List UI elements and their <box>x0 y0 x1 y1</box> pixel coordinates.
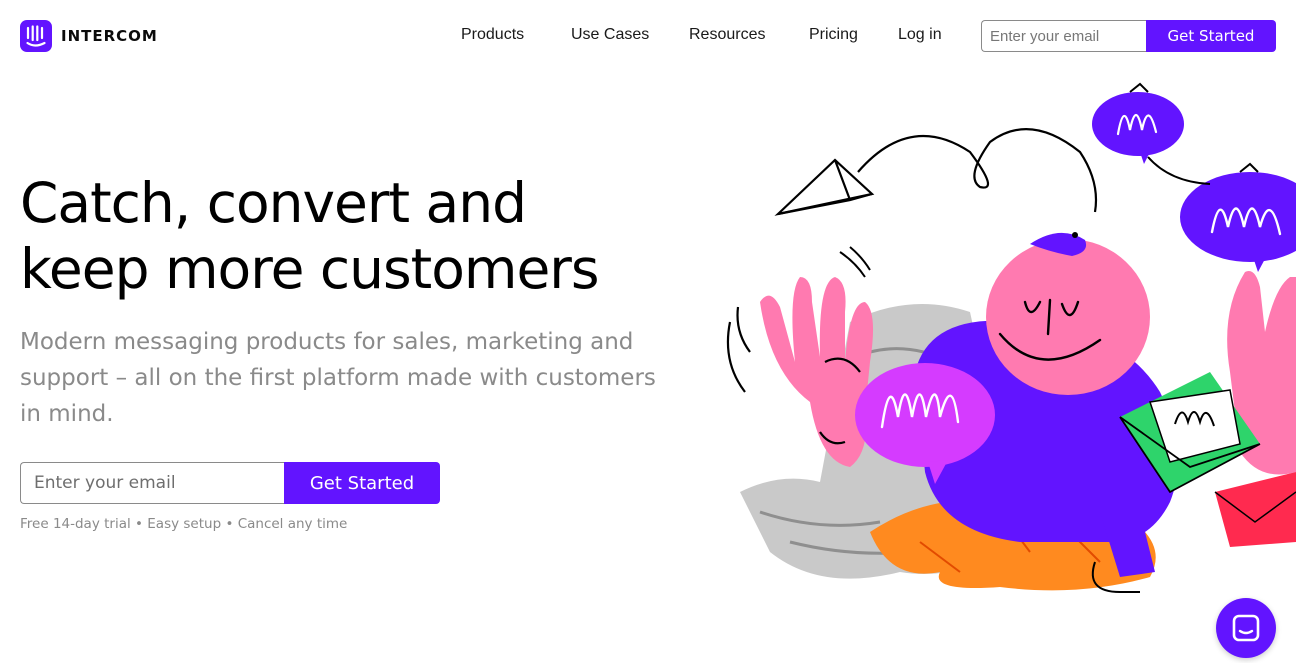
nav-link-login[interactable]: Log in <box>898 26 942 44</box>
next-section-strip <box>340 652 1040 663</box>
brand-logo[interactable]: INTERCOM <box>20 20 158 52</box>
hero-title-line-1: Catch, convert and <box>20 171 527 235</box>
nav-link-products[interactable]: Products <box>461 26 524 44</box>
hero-email-input[interactable] <box>20 462 285 504</box>
hero-get-started-button[interactable]: Get Started <box>284 462 440 504</box>
top-nav: INTERCOM Products Use Cases Resources Pr… <box>0 0 1296 72</box>
messenger-launcher-button[interactable] <box>1216 598 1276 658</box>
nav-link-pricing[interactable]: Pricing <box>809 26 858 44</box>
nav-get-started-button[interactable]: Get Started <box>1146 20 1276 52</box>
hero-title: Catch, convert and keep more customers <box>20 170 720 302</box>
hero-title-line-2: keep more customers <box>20 237 600 301</box>
nav-email-input[interactable] <box>981 20 1147 52</box>
trial-perks: Free 14-day trial • Easy setup • Cancel … <box>20 516 348 532</box>
nav-link-resources[interactable]: Resources <box>689 26 765 44</box>
intercom-logo-icon <box>20 20 52 52</box>
messenger-launcher-icon <box>1232 614 1260 642</box>
nav-link-use-cases[interactable]: Use Cases <box>571 26 649 44</box>
hero-illustration <box>700 72 1296 612</box>
brand-name: INTERCOM <box>61 27 158 45</box>
hero-subtitle: Modern messaging products for sales, mar… <box>20 329 656 427</box>
